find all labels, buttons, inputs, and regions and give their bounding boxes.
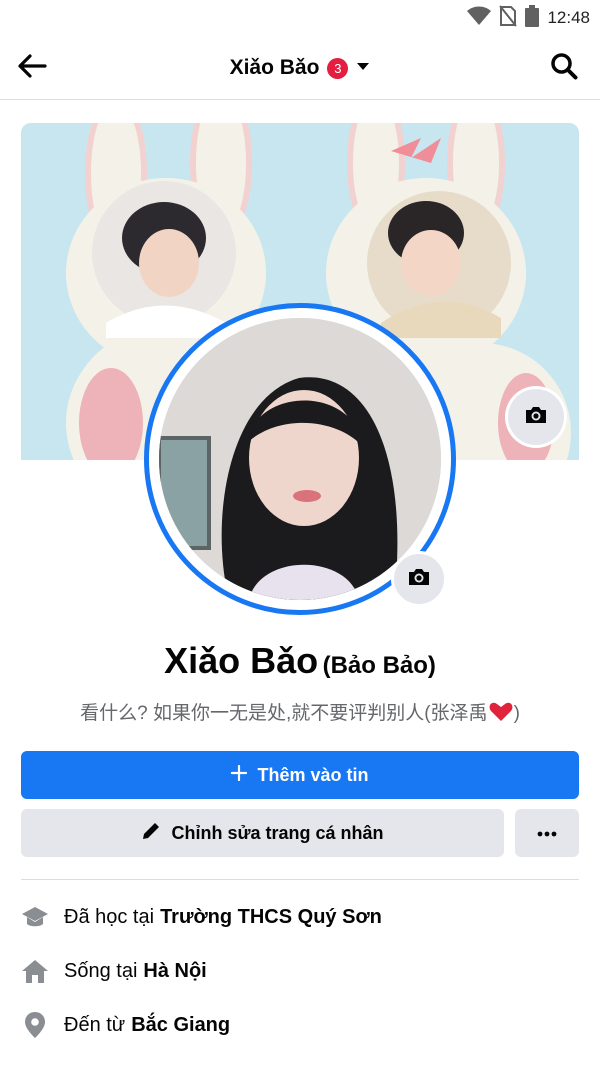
search-button[interactable] — [548, 52, 580, 84]
pencil-icon — [141, 821, 161, 846]
bio-text: 看什么? 如果你一无是处,就不要评判别人(张泽禹 — [80, 703, 488, 724]
detail-value: Hà Nội — [143, 959, 207, 982]
profile-name: Xiǎo Bǎo — [164, 640, 319, 681]
status-bar: 12:48 — [0, 0, 600, 36]
detail-prefix: Đến từ — [64, 1013, 126, 1036]
search-icon — [550, 52, 578, 85]
camera-icon — [524, 405, 548, 430]
home-icon — [20, 956, 50, 986]
detail-residence[interactable]: Sống tại Hà Nội — [20, 944, 580, 998]
profile-details: Đã học tại Trường THCS Quý Sơn Sống tại Hà… — [20, 890, 580, 1052]
alternate-name: (Bảo Bảo) — [322, 652, 436, 679]
caret-down-icon[interactable] — [356, 59, 370, 77]
add-to-story-label: Thêm vào tin — [257, 764, 369, 785]
detail-education[interactable]: Đã học tại Trường THCS Quý Sơn — [20, 890, 580, 944]
no-sim-icon — [499, 4, 518, 32]
bio-text-end: ) — [513, 703, 520, 724]
detail-prefix: Đã học tại — [64, 905, 155, 928]
detail-prefix: Sống tại — [64, 959, 138, 982]
profile-bio: 看什么? 如果你一无是处,就不要评判别人(张泽禹) — [20, 698, 580, 728]
profile-header: Xiǎo Bǎo 3 — [0, 36, 600, 100]
battery-icon — [525, 4, 540, 32]
more-options-button[interactable] — [515, 809, 579, 857]
education-icon — [20, 902, 50, 932]
detail-value: Trường THCS Quý Sơn — [160, 905, 382, 928]
detail-hometown[interactable]: Đến từ Bắc Giang — [20, 998, 580, 1052]
header-title[interactable]: Xiǎo Bǎo — [230, 56, 320, 80]
divider — [21, 879, 579, 880]
status-time: 12:48 — [547, 8, 590, 27]
location-pin-icon — [20, 1010, 50, 1040]
back-arrow-icon — [17, 53, 47, 83]
profile-name-row: Xiǎo Bǎo (Bảo Bảo) — [0, 640, 600, 682]
header-title-group: Xiǎo Bǎo 3 — [0, 36, 600, 100]
camera-icon — [407, 567, 431, 592]
cover-camera-button[interactable] — [508, 389, 564, 445]
avatar-camera-button[interactable] — [391, 551, 447, 607]
back-button[interactable] — [14, 52, 50, 84]
edit-profile-button[interactable]: Chỉnh sửa trang cá nhân — [21, 809, 504, 857]
plus-icon — [231, 764, 248, 786]
status-icons: 12:48 — [467, 4, 590, 32]
wifi-icon — [467, 6, 492, 31]
notification-badge: 3 — [327, 57, 349, 79]
avatar — [159, 318, 441, 600]
more-dots-icon — [537, 824, 557, 842]
edit-profile-label: Chỉnh sửa trang cá nhân — [171, 822, 384, 843]
heart-emoji-icon — [489, 702, 513, 728]
add-to-story-button[interactable]: Thêm vào tin — [21, 751, 579, 799]
detail-value: Bắc Giang — [131, 1013, 231, 1036]
